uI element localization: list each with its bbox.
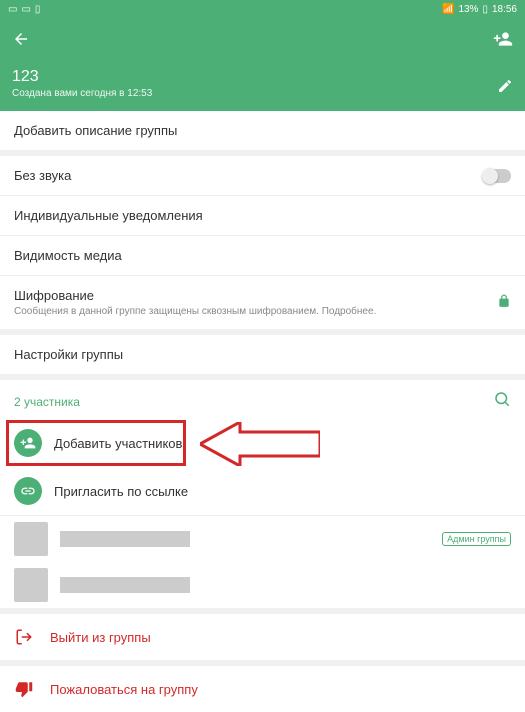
participants-count: 2 участника (14, 395, 80, 409)
member-row[interactable]: Админ группы (0, 516, 525, 562)
mute-toggle[interactable] (483, 169, 511, 183)
app-header: 123 Создана вами сегодня в 12:53 (0, 18, 525, 111)
add-description-row[interactable]: Добавить описание группы (0, 111, 525, 150)
search-icon[interactable] (493, 390, 511, 413)
add-person-icon[interactable] (493, 29, 513, 54)
status-icon: ▭ (8, 4, 17, 15)
signal-icon: 📶 (442, 4, 454, 15)
admin-badge: Админ группы (442, 532, 511, 546)
status-bar: ▭ ▭ ▯ 📶 13% ▯ 18:56 (0, 0, 525, 18)
member-name (60, 531, 190, 547)
add-participants-label: Добавить участников (54, 436, 182, 451)
battery-icon: ▯ (482, 4, 488, 15)
mute-row[interactable]: Без звука (0, 156, 525, 195)
group-settings-row[interactable]: Настройки группы (0, 335, 525, 374)
encryption-subtitle: Сообщения в данной группе защищены сквоз… (14, 306, 376, 317)
avatar (14, 568, 48, 602)
status-icon: ▭ (21, 4, 30, 15)
encryption-row[interactable]: Шифрование Сообщения в данной группе защ… (0, 276, 525, 329)
invite-link-label: Пригласить по ссылке (54, 484, 188, 499)
lock-icon (497, 294, 511, 311)
leave-group-row[interactable]: Выйти из группы (0, 614, 525, 660)
exit-icon (14, 628, 34, 646)
report-group-label: Пожаловаться на группу (50, 682, 198, 697)
group-subtitle: Создана вами сегодня в 12:53 (12, 88, 152, 99)
member-name (60, 577, 190, 593)
mute-label: Без звука (14, 168, 71, 183)
edit-button[interactable] (497, 78, 513, 99)
thumbs-down-icon (14, 680, 34, 698)
back-button[interactable] (12, 30, 30, 53)
member-row[interactable] (0, 562, 525, 608)
encryption-title: Шифрование (14, 288, 376, 303)
media-visibility-row[interactable]: Видимость медиа (0, 236, 525, 275)
invite-link-row[interactable]: Пригласить по ссылке (0, 467, 525, 515)
clock-text: 18:56 (492, 4, 517, 15)
link-circle-icon (14, 477, 42, 505)
add-person-circle-icon (14, 429, 42, 457)
add-participants-row[interactable]: Добавить участников (0, 419, 525, 467)
group-title: 123 (12, 68, 152, 86)
avatar (14, 522, 48, 556)
battery-text: 13% (458, 4, 478, 15)
leave-group-label: Выйти из группы (50, 630, 151, 645)
report-group-row[interactable]: Пожаловаться на группу (0, 666, 525, 712)
status-icon: ▯ (35, 4, 41, 15)
individual-notifications-row[interactable]: Индивидуальные уведомления (0, 196, 525, 235)
